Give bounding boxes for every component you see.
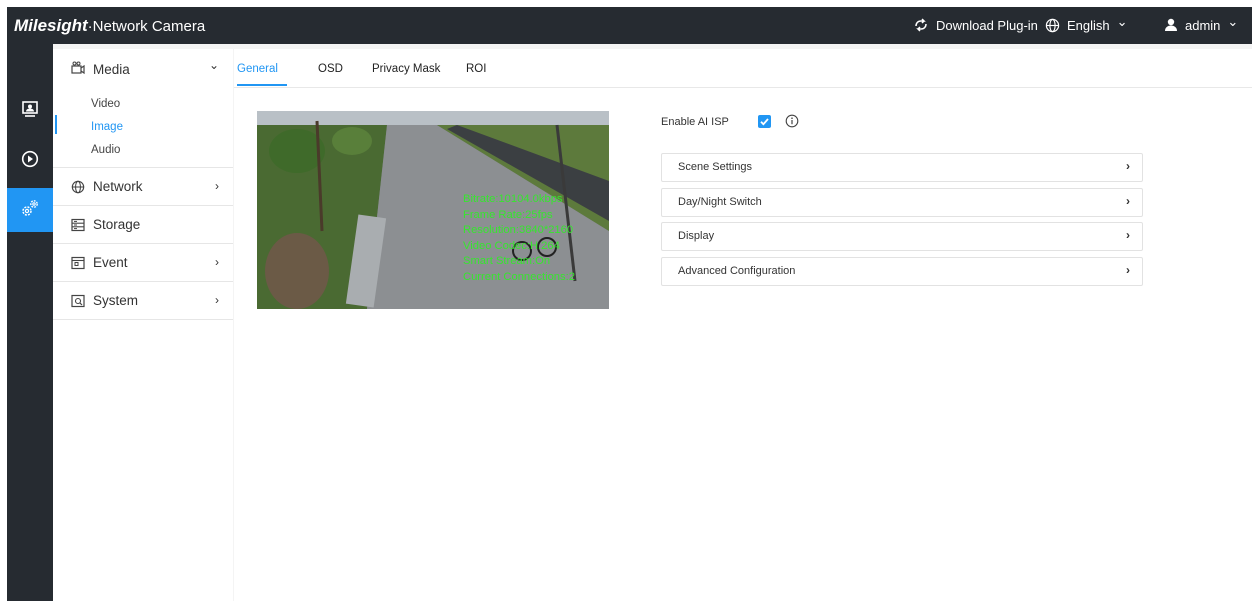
menu-storage[interactable]: Storage: [53, 206, 233, 244]
info-icon[interactable]: [785, 114, 799, 133]
panel-scene-settings[interactable]: Scene Settings ›: [661, 153, 1143, 182]
video-preview[interactable]: Bitrate:10104.0kbps Frame Rate:25fps Res…: [257, 111, 609, 309]
globe-icon: [71, 180, 85, 199]
overlay-line: Resolution:3840*2160: [463, 224, 574, 237]
live-view-button[interactable]: [7, 89, 53, 133]
overlay-line: Frame Rate:25fps: [463, 208, 553, 221]
overlay-line: Video Codec:H.264: [463, 239, 560, 252]
globe-icon: [1045, 18, 1060, 33]
side-menu: Media ⌄ Video Image Audio Network › Stor…: [53, 49, 233, 601]
brand-logo: Milesight: [14, 16, 88, 35]
main-content: General OSD Privacy Mask ROI Bitrate:101…: [234, 49, 1252, 601]
active-tab-indicator: [237, 84, 287, 86]
brand-name: Network Camera: [92, 18, 206, 35]
top-bar: Milesight·Network Camera Download Plug-i…: [7, 7, 1252, 44]
camera-icon: [71, 61, 85, 80]
menu-network[interactable]: Network ›: [53, 168, 233, 206]
panel-advanced-configuration[interactable]: Advanced Configuration ›: [661, 257, 1143, 286]
chevron-right-icon: ›: [1126, 228, 1130, 242]
tab-general[interactable]: General: [237, 63, 278, 75]
panel-label: Advanced Configuration: [678, 265, 796, 277]
system-icon: [71, 294, 85, 313]
monitor-icon: [21, 100, 39, 123]
chevron-right-icon: ›: [215, 293, 219, 307]
panel-label: Scene Settings: [678, 161, 752, 173]
app-frame: Milesight·Network Camera Download Plug-i…: [7, 7, 1252, 601]
playback-button[interactable]: [7, 139, 53, 183]
tab-osd[interactable]: OSD: [318, 63, 343, 75]
panel-label: Day/Night Switch: [678, 196, 762, 208]
overlay-line: Current Connections:2: [463, 270, 575, 283]
chevron-down-icon: ⌄: [208, 58, 219, 72]
user-icon: [1164, 18, 1178, 32]
chevron-down-icon: ⌄: [1116, 14, 1128, 29]
menu-network-label: Network: [93, 179, 143, 194]
icon-bar: [7, 44, 53, 601]
gears-icon: [20, 198, 40, 223]
language-select[interactable]: English ⌄: [1045, 14, 1128, 33]
download-plugin-label: Download Plug-in: [936, 17, 1038, 33]
media-submenu: Video Image Audio: [53, 91, 233, 168]
menu-system[interactable]: System ›: [53, 282, 233, 320]
settings-button[interactable]: [7, 188, 53, 232]
tab-privacy-mask[interactable]: Privacy Mask: [372, 63, 440, 75]
storage-icon: [71, 218, 85, 237]
submenu-audio[interactable]: Audio: [91, 144, 120, 156]
plugin-icon: [913, 17, 929, 33]
download-plugin-button[interactable]: Download Plug-in: [913, 17, 1038, 33]
enable-ai-isp-label: Enable AI ISP: [661, 116, 729, 128]
submenu-video[interactable]: Video: [91, 98, 120, 110]
video-overlay-text: Bitrate:10104.0kbps Frame Rate:25fps Res…: [463, 192, 575, 286]
overlay-line: Bitrate:10104.0kbps: [463, 193, 563, 205]
panel-display[interactable]: Display ›: [661, 222, 1143, 251]
event-icon: [71, 256, 85, 275]
menu-event[interactable]: Event ›: [53, 244, 233, 282]
tab-roi[interactable]: ROI: [466, 63, 486, 75]
chevron-right-icon: ›: [1126, 263, 1130, 277]
overlay-line: Smart Stream:On: [463, 255, 551, 268]
submenu-image[interactable]: Image: [91, 121, 123, 133]
menu-event-label: Event: [93, 255, 128, 270]
menu-storage-label: Storage: [93, 217, 141, 232]
chevron-down-icon: ⌄: [1227, 14, 1239, 29]
active-indicator: [55, 115, 57, 134]
chevron-right-icon: ›: [215, 255, 219, 269]
chevron-right-icon: ›: [1126, 194, 1130, 208]
chevron-right-icon: ›: [1126, 159, 1130, 173]
play-circle-icon: [21, 150, 39, 173]
panel-label: Display: [678, 230, 715, 242]
language-label: English: [1067, 17, 1110, 33]
menu-media[interactable]: Media ⌄: [53, 49, 233, 90]
user-menu[interactable]: admin ⌄: [1164, 14, 1239, 33]
panel-day-night-switch[interactable]: Day/Night Switch ›: [661, 188, 1143, 217]
menu-system-label: System: [93, 293, 139, 308]
menu-media-label: Media: [93, 62, 130, 77]
user-label: admin: [1185, 17, 1221, 33]
enable-ai-isp-checkbox[interactable]: [758, 115, 771, 128]
chevron-right-icon: ›: [215, 179, 219, 193]
checkmark-icon: [760, 118, 769, 126]
brand: Milesight·Network Camera: [14, 16, 205, 36]
tab-divider: [234, 87, 1252, 88]
